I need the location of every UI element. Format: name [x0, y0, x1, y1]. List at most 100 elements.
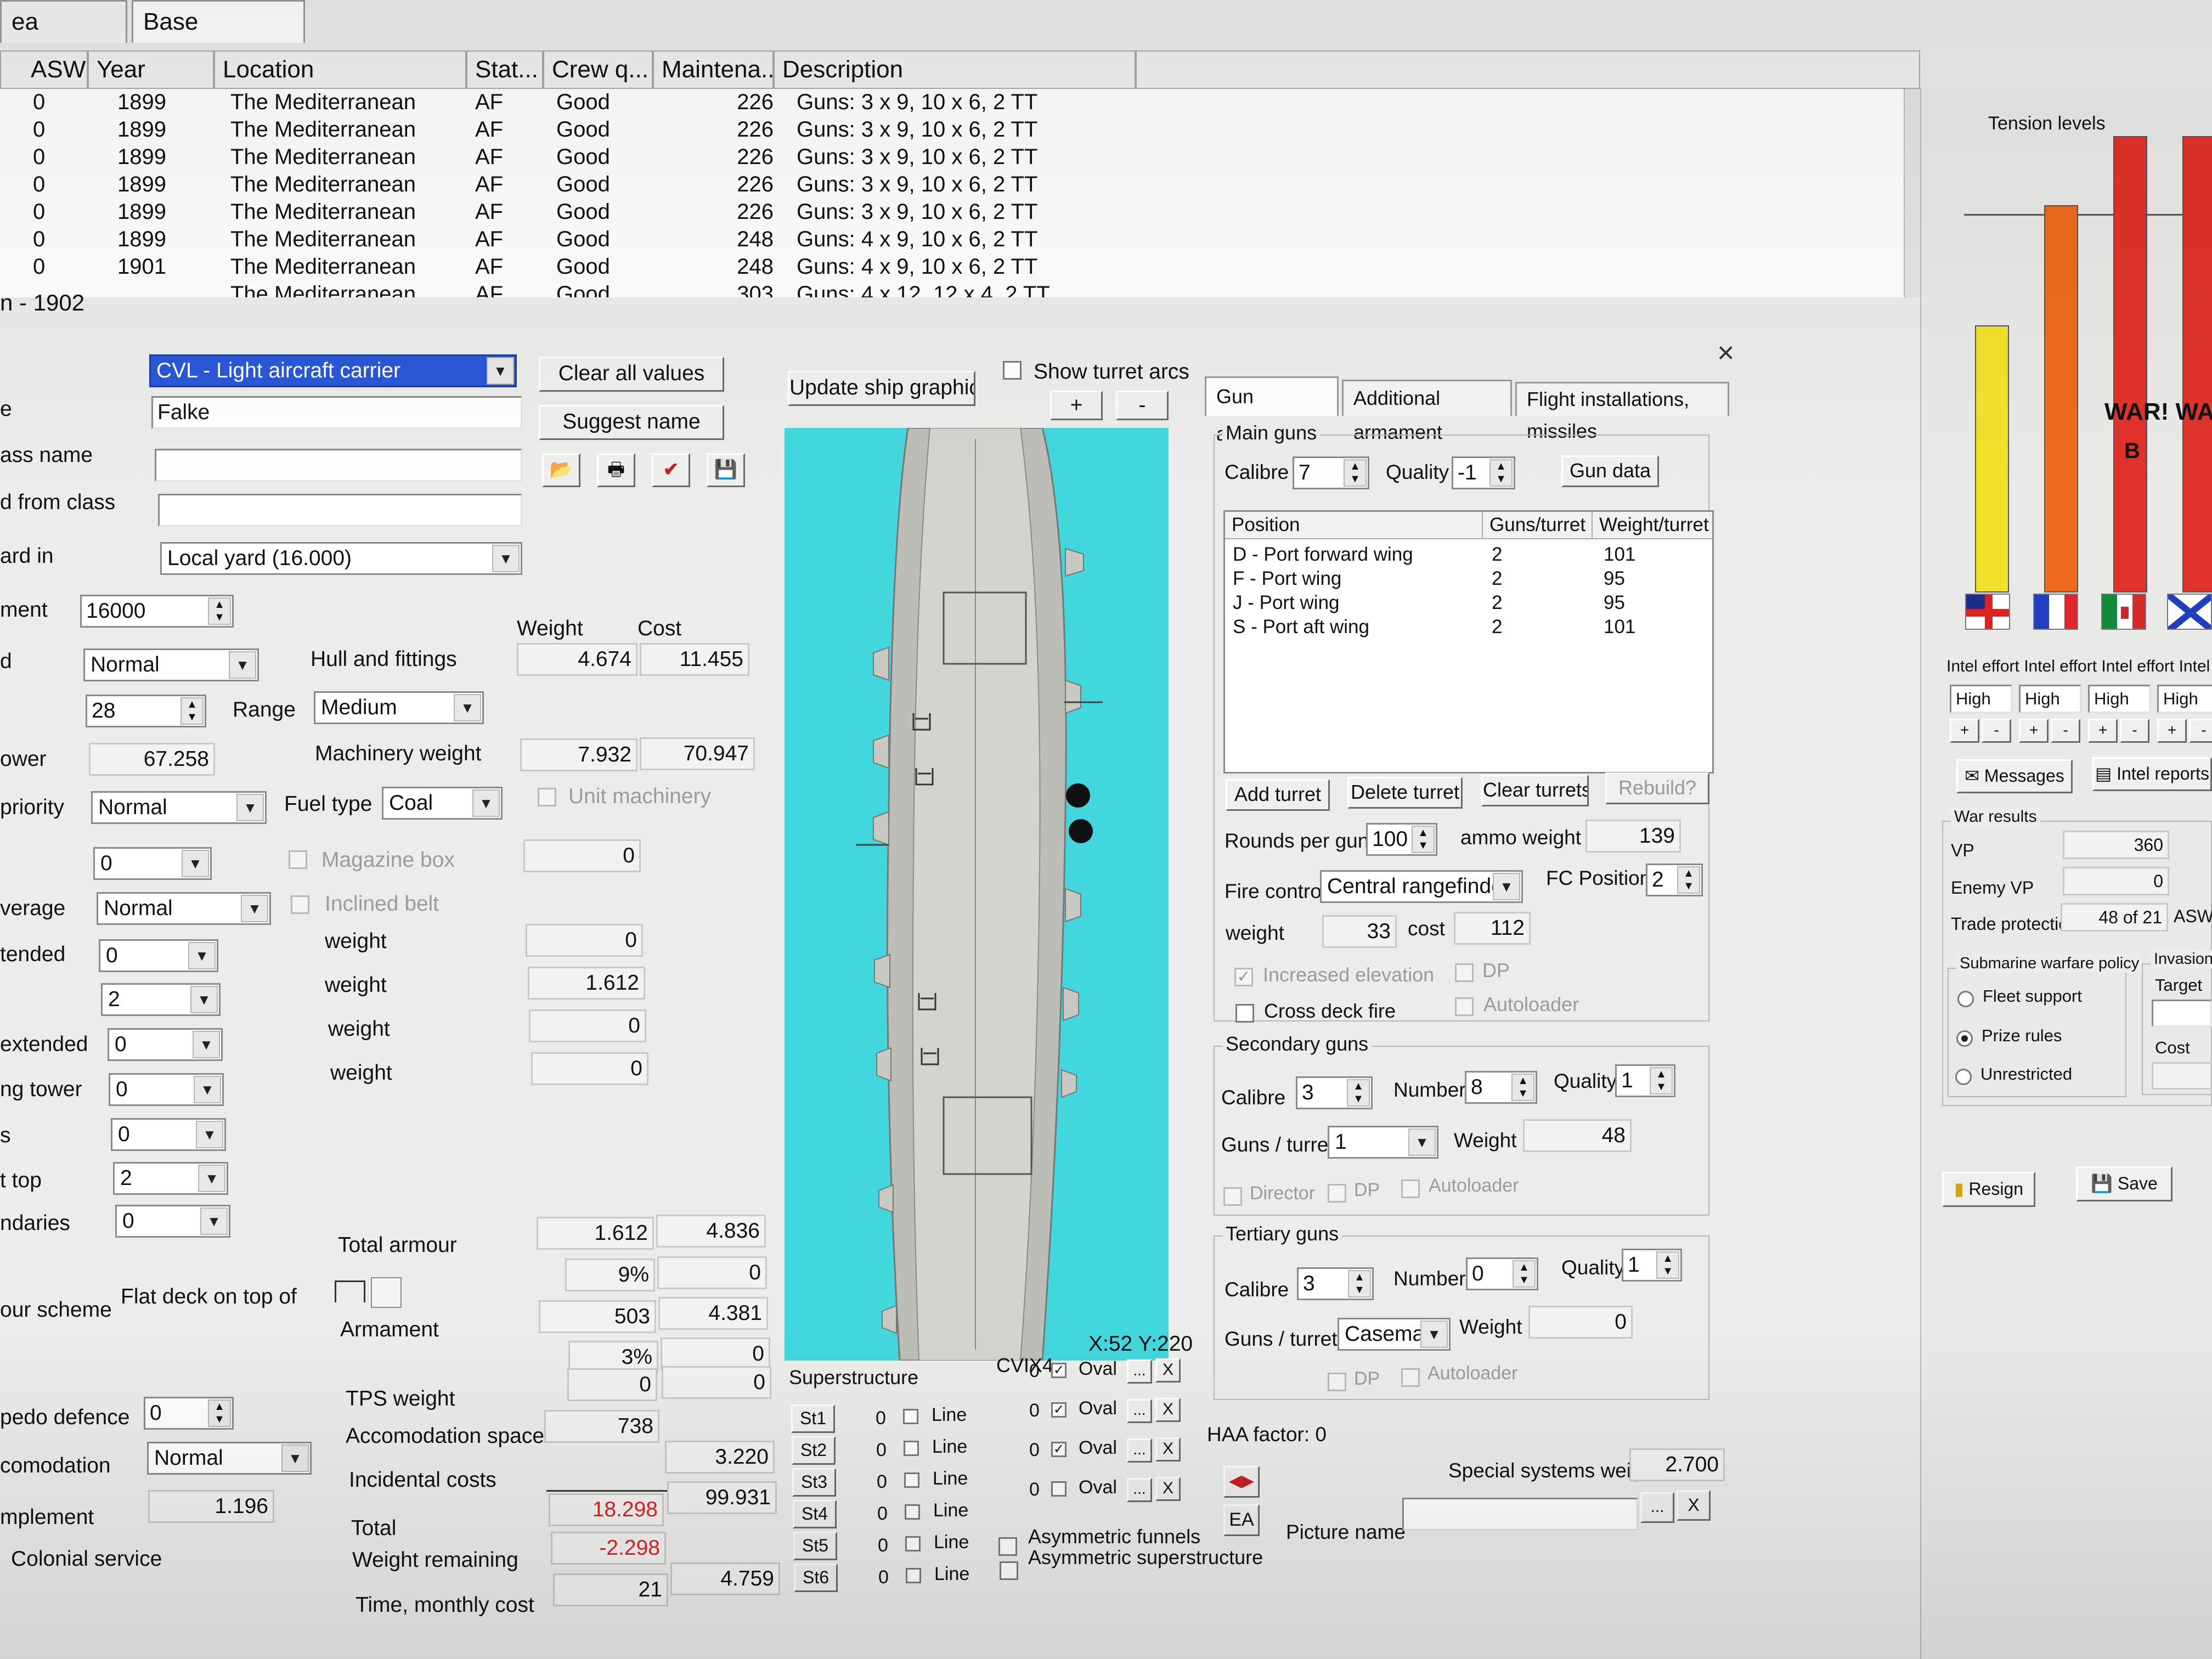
extended2-select[interactable]: 0 ▼	[108, 1028, 223, 1061]
ter-guns-turret-select[interactable]: Casemate ▼	[1338, 1318, 1451, 1351]
funnel-clear-button[interactable]: X	[1155, 1477, 1181, 1501]
intel-effort-select[interactable]: High	[1950, 685, 2012, 713]
intel-reports-button[interactable]: ▤ Intel reports	[2092, 757, 2212, 791]
col-location[interactable]: Location	[214, 50, 466, 89]
save-disk-icon[interactable]: 💾	[707, 453, 745, 487]
table-row[interactable]: 0 1899 The Mediterranean AF Good 226 Guns: 3 x…	[0, 90, 1920, 117]
accommodation-select[interactable]: Normal ▼	[147, 1442, 312, 1475]
extended-select[interactable]: 0 ▼	[99, 939, 218, 972]
update-graphic-button[interactable]: Update ship graphic	[788, 371, 975, 406]
ship-graphic[interactable]	[785, 428, 1169, 1361]
sec-number-stepper[interactable]: 8 ▲ ▼	[1465, 1071, 1537, 1104]
picture-name-input[interactable]	[1402, 1498, 1638, 1531]
line-checkbox[interactable]	[905, 1536, 921, 1551]
messages-button[interactable]: ✉ Messages	[1956, 759, 2073, 793]
table-row[interactable]: The Mediterranean AF Good 303 Guns: 4 x 12, …	[0, 282, 1920, 297]
coverage-select[interactable]: Normal ▼	[97, 892, 271, 925]
prize-rules-radio[interactable]	[1956, 1030, 1973, 1047]
col-year[interactable]: Year	[88, 50, 214, 89]
intel-increase-button[interactable]: +	[1950, 719, 1979, 743]
ea-button[interactable]: EA	[1223, 1504, 1260, 1536]
funnel-browse-button[interactable]: ...	[1127, 1359, 1152, 1384]
col-asw[interactable]: ASW	[0, 50, 88, 89]
spin-arrows-icon[interactable]: ▲ ▼	[1348, 1270, 1371, 1297]
increased-elevation-checkbox[interactable]: ✓	[1234, 968, 1253, 986]
uk-flag-icon[interactable]	[1965, 594, 2010, 630]
check-icon[interactable]: ✔	[652, 453, 690, 487]
funnel-clear-button[interactable]: X	[1155, 1358, 1181, 1383]
intel-decrease-button[interactable]: -	[2189, 719, 2212, 743]
col-description[interactable]: Description	[774, 50, 1136, 89]
table-row[interactable]: 0 1901 The Mediterranean AF Good 248 Guns: 4 x…	[0, 255, 1920, 282]
displacement-stepper[interactable]: 16000 ▲ ▼	[80, 595, 234, 628]
oval-checkbox[interactable]	[1051, 1481, 1066, 1497]
table-row[interactable]: 0 1899 The Mediterranean AF Good 226 Guns: 3 x…	[0, 145, 1920, 172]
speed-stepper[interactable]: 28 ▲ ▼	[86, 695, 206, 727]
main-calibre-stepper[interactable]: 7 ▲ ▼	[1293, 456, 1369, 489]
unrestricted-radio[interactable]	[1955, 1069, 1972, 1085]
unit-machinery-checkbox[interactable]	[538, 788, 556, 806]
spin-arrows-icon[interactable]: ▲ ▼	[180, 697, 204, 725]
intel-increase-button[interactable]: +	[2019, 719, 2049, 743]
spin-arrows-icon[interactable]: ▲ ▼	[1650, 1067, 1673, 1094]
intel-effort-select[interactable]: High	[2088, 685, 2151, 713]
ter-quality-stepper[interactable]: 1 ▲ ▼	[1622, 1249, 1682, 1282]
sec-calibre-stepper[interactable]: 3 ▲ ▼	[1296, 1076, 1373, 1109]
funnel-browse-button[interactable]: ...	[1127, 1399, 1152, 1423]
tab-gun-armament[interactable]: Gun armament	[1205, 376, 1339, 445]
list-header-guns[interactable]: Guns/turret	[1483, 512, 1593, 539]
funnel-clear-button[interactable]: X	[1155, 1437, 1181, 1462]
ship-type-select[interactable]: CVL - Light aircraft carrier ▼	[149, 354, 517, 387]
class-name-input[interactable]	[155, 449, 522, 482]
list-header-weight[interactable]: Weight/turret	[1593, 512, 1712, 539]
zoom-plus-button[interactable]: +	[1050, 391, 1103, 420]
torpedo-stepper[interactable]: 0 ▲ ▼	[144, 1397, 234, 1430]
delete-turret-button[interactable]: Delete turret	[1347, 777, 1463, 809]
sec-dp-checkbox[interactable]	[1328, 1184, 1346, 1203]
sec-guns-turret-select[interactable]: 1 ▼	[1328, 1126, 1438, 1159]
superstructure-button[interactable]: St6	[794, 1564, 838, 1592]
spin-arrows-icon[interactable]: ▲ ▼	[1511, 1074, 1534, 1101]
spin-arrows-icon[interactable]: ▲ ▼	[208, 597, 231, 625]
tab-base-overview[interactable]: Base overview	[132, 0, 305, 76]
picture-clear-button[interactable]: X	[1677, 1490, 1711, 1521]
table-row[interactable]: 0 1899 The Mediterranean AF Good 226 Guns: 3 x…	[0, 117, 1920, 145]
superstructure-button[interactable]: St2	[792, 1436, 836, 1465]
s-select[interactable]: 0 ▼	[111, 1118, 226, 1151]
line-checkbox[interactable]	[904, 1441, 919, 1456]
priority-select[interactable]: Normal ▼	[91, 791, 267, 824]
magazine-box-checkbox[interactable]	[289, 850, 307, 869]
tab-flight-installations[interactable]: Flight installations, missiles	[1515, 382, 1729, 442]
resign-button[interactable]: ▮ Resign	[1942, 1172, 2035, 1207]
spin-arrows-icon[interactable]: ▲ ▼	[1347, 1079, 1370, 1107]
main-quality-stepper[interactable]: -1 ▲ ▼	[1452, 456, 1515, 489]
ter-autoloader-checkbox[interactable]	[1401, 1368, 1420, 1387]
director-checkbox[interactable]	[1223, 1187, 1242, 1206]
table-scrollbar[interactable]	[1904, 89, 1920, 297]
field0-select[interactable]: 0 ▼	[93, 847, 212, 880]
show-turret-arcs-checkbox[interactable]	[1003, 361, 1022, 380]
superstructure-button[interactable]: St1	[791, 1404, 835, 1433]
top-select[interactable]: 2 ▼	[113, 1162, 228, 1195]
intel-decrease-button[interactable]: -	[2051, 719, 2080, 743]
main-autoloader-checkbox[interactable]	[1455, 997, 1474, 1016]
main-dp-checkbox[interactable]	[1455, 963, 1474, 982]
italy-flag-icon[interactable]	[2101, 594, 2146, 630]
col-status[interactable]: Stat...	[466, 50, 543, 89]
fuel-select[interactable]: Coal ▼	[382, 787, 503, 820]
intel-effort-select[interactable]: High	[2157, 685, 2212, 713]
superstructure-button[interactable]: St4	[793, 1500, 837, 1528]
intel-decrease-button[interactable]: -	[2120, 719, 2149, 743]
deck-shape-button[interactable]	[371, 1277, 402, 1308]
boundaries-select[interactable]: 0 ▼	[115, 1205, 230, 1238]
table-row[interactable]: 0 1899 The Mediterranean AF Good 226 Guns: 3 x…	[0, 200, 1920, 227]
superstructure-button[interactable]: St3	[792, 1468, 836, 1497]
from-class-input[interactable]	[158, 494, 522, 527]
rounds-stepper[interactable]: 100 ▲ ▼	[1366, 823, 1437, 856]
france-flag-icon[interactable]	[2033, 594, 2078, 630]
save-game-button[interactable]: 💾 Save	[2076, 1166, 2172, 1201]
intel-decrease-button[interactable]: -	[1982, 719, 2011, 743]
zoom-minus-button[interactable]: -	[1116, 391, 1169, 420]
intel-effort-select[interactable]: High	[2019, 685, 2081, 713]
col-maintenance[interactable]: Maintena...	[653, 50, 774, 89]
